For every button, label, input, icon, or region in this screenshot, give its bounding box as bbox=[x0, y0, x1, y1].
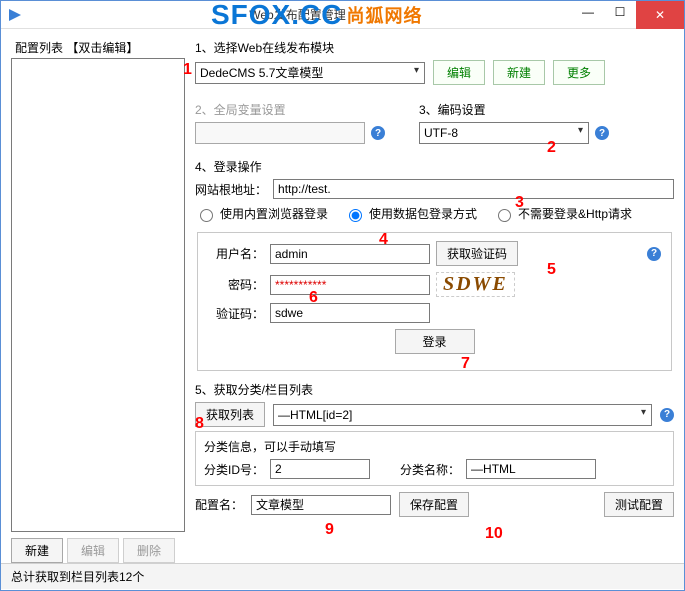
section1-title: 1、选择Web在线发布模块 bbox=[195, 39, 674, 56]
left-panel: 配置列表 【双击编辑】 新建 编辑 删除 bbox=[11, 39, 185, 563]
category-select[interactable]: —HTML[id=2] bbox=[273, 404, 652, 426]
captcha-image: SDWE bbox=[436, 272, 515, 297]
category-id-label: 分类ID号： bbox=[204, 461, 264, 478]
help-icon[interactable]: ? bbox=[647, 247, 661, 261]
captcha-label: 验证码： bbox=[208, 305, 264, 322]
window-controls: — ☐ ✕ bbox=[572, 1, 684, 28]
section2-title: 2、全局变量设置 bbox=[195, 101, 395, 118]
help-icon[interactable]: ? bbox=[371, 126, 385, 140]
test-config-button[interactable]: 测试配置 bbox=[604, 492, 674, 517]
password-label: 密码： bbox=[208, 276, 264, 293]
save-config-button[interactable]: 保存配置 bbox=[399, 492, 469, 517]
module-select[interactable]: DedeCMS 5.7文章模型 bbox=[195, 62, 425, 84]
login-mode-packet[interactable]: 使用数据包登录方式 bbox=[344, 205, 477, 222]
module-new-button[interactable]: 新建 bbox=[493, 60, 545, 85]
category-name-input[interactable] bbox=[466, 459, 596, 479]
login-mode-browser[interactable]: 使用内置浏览器登录 bbox=[195, 205, 328, 222]
root-url-label: 网站根地址： bbox=[195, 181, 267, 198]
section3-title: 3、编码设置 bbox=[419, 101, 674, 118]
category-name-label: 分类名称： bbox=[400, 461, 460, 478]
username-input[interactable] bbox=[270, 244, 430, 264]
minimize-button[interactable]: — bbox=[572, 1, 604, 23]
password-input[interactable] bbox=[270, 275, 430, 295]
module-more-button[interactable]: 更多 bbox=[553, 60, 605, 85]
annotation-10: 10 bbox=[485, 525, 503, 543]
delete-config-button[interactable]: 删除 bbox=[123, 538, 175, 563]
config-name-label: 配置名： bbox=[195, 496, 243, 513]
app-icon bbox=[7, 7, 23, 23]
status-bar: 总计获取到栏目列表12个 bbox=[1, 563, 684, 589]
module-edit-button[interactable]: 编辑 bbox=[433, 60, 485, 85]
config-list[interactable] bbox=[11, 58, 185, 532]
status-text: 总计获取到栏目列表12个 bbox=[11, 568, 144, 585]
help-icon[interactable]: ? bbox=[660, 408, 674, 422]
app-window: Web发布配置管理 — ☐ ✕ SFOX.CC 尚狐网络 配置列表 【双击编辑】… bbox=[0, 0, 685, 591]
encoding-select[interactable]: UTF-8 bbox=[419, 122, 589, 144]
config-list-label: 配置列表 【双击编辑】 bbox=[11, 39, 185, 56]
category-info-label: 分类信息，可以手动填写 bbox=[204, 438, 665, 455]
titlebar: Web发布配置管理 — ☐ ✕ bbox=[1, 1, 684, 29]
annotation-9: 9 bbox=[325, 521, 334, 539]
login-mode-none[interactable]: 不需要登录&Http请求 bbox=[493, 205, 632, 222]
username-label: 用户名： bbox=[208, 245, 264, 262]
right-panel: 1 2 3 4 5 6 7 8 9 10 1、选择Web在线发布模块 DedeC… bbox=[195, 39, 674, 563]
global-var-field bbox=[195, 122, 365, 144]
get-captcha-button[interactable]: 获取验证码 bbox=[436, 241, 518, 266]
close-button[interactable]: ✕ bbox=[636, 1, 684, 29]
config-name-input[interactable] bbox=[251, 495, 391, 515]
edit-config-button[interactable]: 编辑 bbox=[67, 538, 119, 563]
window-title: Web发布配置管理 bbox=[23, 6, 572, 23]
category-id-input[interactable] bbox=[270, 459, 370, 479]
login-button[interactable]: 登录 bbox=[395, 329, 475, 354]
section4-title: 4、登录操作 bbox=[195, 158, 674, 175]
root-url-input[interactable] bbox=[273, 179, 674, 199]
get-list-button[interactable]: 获取列表 bbox=[195, 402, 265, 427]
section5-title: 5、获取分类/栏目列表 bbox=[195, 381, 674, 398]
captcha-input[interactable] bbox=[270, 303, 430, 323]
maximize-button[interactable]: ☐ bbox=[604, 1, 636, 23]
login-fieldset: 用户名： 获取验证码 ? 密码： SDWE 验证码： bbox=[197, 232, 672, 371]
help-icon[interactable]: ? bbox=[595, 126, 609, 140]
category-info-box: 分类信息，可以手动填写 分类ID号： 分类名称： bbox=[195, 431, 674, 486]
new-config-button[interactable]: 新建 bbox=[11, 538, 63, 563]
